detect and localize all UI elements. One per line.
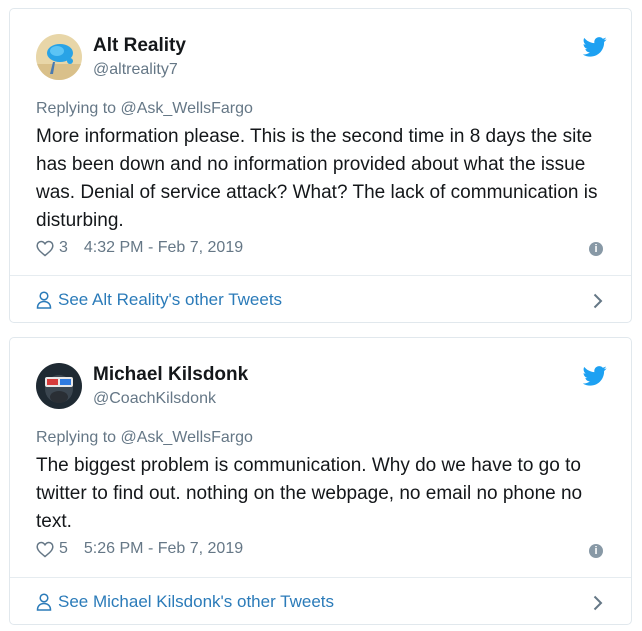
timestamp[interactable]: 4:32 PM - Feb 7, 2019 [84, 239, 243, 257]
divider [10, 577, 631, 578]
timestamp[interactable]: 5:26 PM - Feb 7, 2019 [84, 540, 243, 558]
user-name[interactable]: Alt Reality [93, 35, 186, 57]
see-other-tweets-label[interactable]: See Michael Kilsdonk's other Tweets [58, 592, 334, 612]
heart-icon[interactable] [36, 541, 54, 558]
user-name[interactable]: Michael Kilsdonk [93, 364, 248, 386]
divider [10, 275, 631, 276]
like-count: 3 [59, 239, 68, 256]
person-icon [36, 291, 52, 309]
3d-glasses-avatar-icon [36, 363, 82, 409]
see-other-tweets-link[interactable]: See Alt Reality's other Tweets [36, 290, 631, 310]
avatar[interactable] [36, 363, 82, 409]
see-other-tweets-label[interactable]: See Alt Reality's other Tweets [58, 290, 282, 310]
tweet-text: The biggest problem is communication. Wh… [36, 455, 583, 532]
replying-to: Replying to @Ask_WellsFargo [36, 100, 253, 117]
avatar[interactable] [36, 34, 82, 80]
tweet-card[interactable]: Michael Kilsdonk @CoachKilsdonk Replying… [9, 337, 632, 625]
blue-splash-avatar-icon [36, 34, 82, 80]
user-handle[interactable]: @CoachKilsdonk [93, 390, 216, 408]
replying-to: Replying to @Ask_WellsFargo [36, 429, 253, 446]
twitter-bird-icon[interactable] [583, 37, 607, 57]
chevron-right-icon[interactable] [593, 293, 603, 309]
user-handle[interactable]: @altreality7 [93, 61, 178, 79]
like-count: 5 [59, 540, 68, 557]
person-icon [36, 593, 52, 611]
tweet-meta: 3 4:32 PM - Feb 7, 2019 [36, 239, 243, 257]
tweet-text: More information please. This is the sec… [36, 126, 598, 231]
info-icon[interactable]: i [589, 242, 603, 256]
twitter-bird-icon[interactable] [583, 366, 607, 386]
chevron-right-icon[interactable] [593, 595, 603, 611]
see-other-tweets-link[interactable]: See Michael Kilsdonk's other Tweets [36, 592, 631, 612]
tweet-meta: 5 5:26 PM - Feb 7, 2019 [36, 540, 243, 558]
tweet-card[interactable]: Alt Reality @altreality7 Replying to @As… [9, 8, 632, 323]
heart-icon[interactable] [36, 240, 54, 257]
info-icon[interactable]: i [589, 544, 603, 558]
